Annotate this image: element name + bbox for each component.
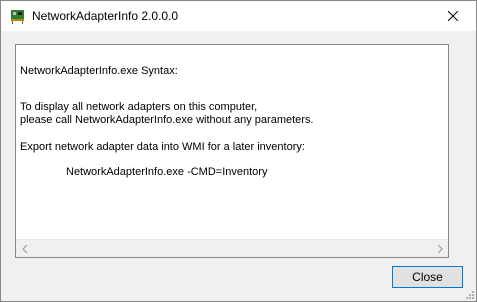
text-area: NetworkAdapterInfo.exe Syntax: To displa… (16, 45, 448, 241)
scroll-left-button[interactable] (16, 240, 33, 257)
display-instruction-line-1: To display all network adapters on this … (20, 101, 258, 113)
title-bar[interactable]: NetworkAdapterInfo 2.0.0.0 (1, 1, 476, 31)
syntax-heading: NetworkAdapterInfo.exe Syntax: (20, 65, 178, 77)
close-button[interactable]: Close (392, 266, 463, 288)
horizontal-scrollbar[interactable] (16, 239, 448, 257)
window-title: NetworkAdapterInfo 2.0.0.0 (32, 9, 179, 23)
chevron-right-icon (437, 244, 443, 253)
resize-grip-icon[interactable] (464, 289, 474, 299)
syntax-text-box[interactable]: NetworkAdapterInfo.exe Syntax: To displa… (15, 44, 449, 258)
inventory-command-line: NetworkAdapterInfo.exe -CMD=Inventory (66, 166, 268, 178)
scroll-right-button[interactable] (431, 240, 448, 257)
display-instruction-line-2: please call NetworkAdapterInfo.exe witho… (20, 114, 314, 126)
export-instruction-line: Export network adapter data into WMI for… (20, 141, 305, 153)
chevron-left-icon (21, 244, 27, 253)
dialog-window: NetworkAdapterInfo 2.0.0.0 NetworkAdapte… (0, 0, 477, 302)
window-close-button[interactable] (430, 1, 476, 31)
close-icon (448, 11, 458, 21)
network-adapter-card-icon (11, 10, 24, 24)
